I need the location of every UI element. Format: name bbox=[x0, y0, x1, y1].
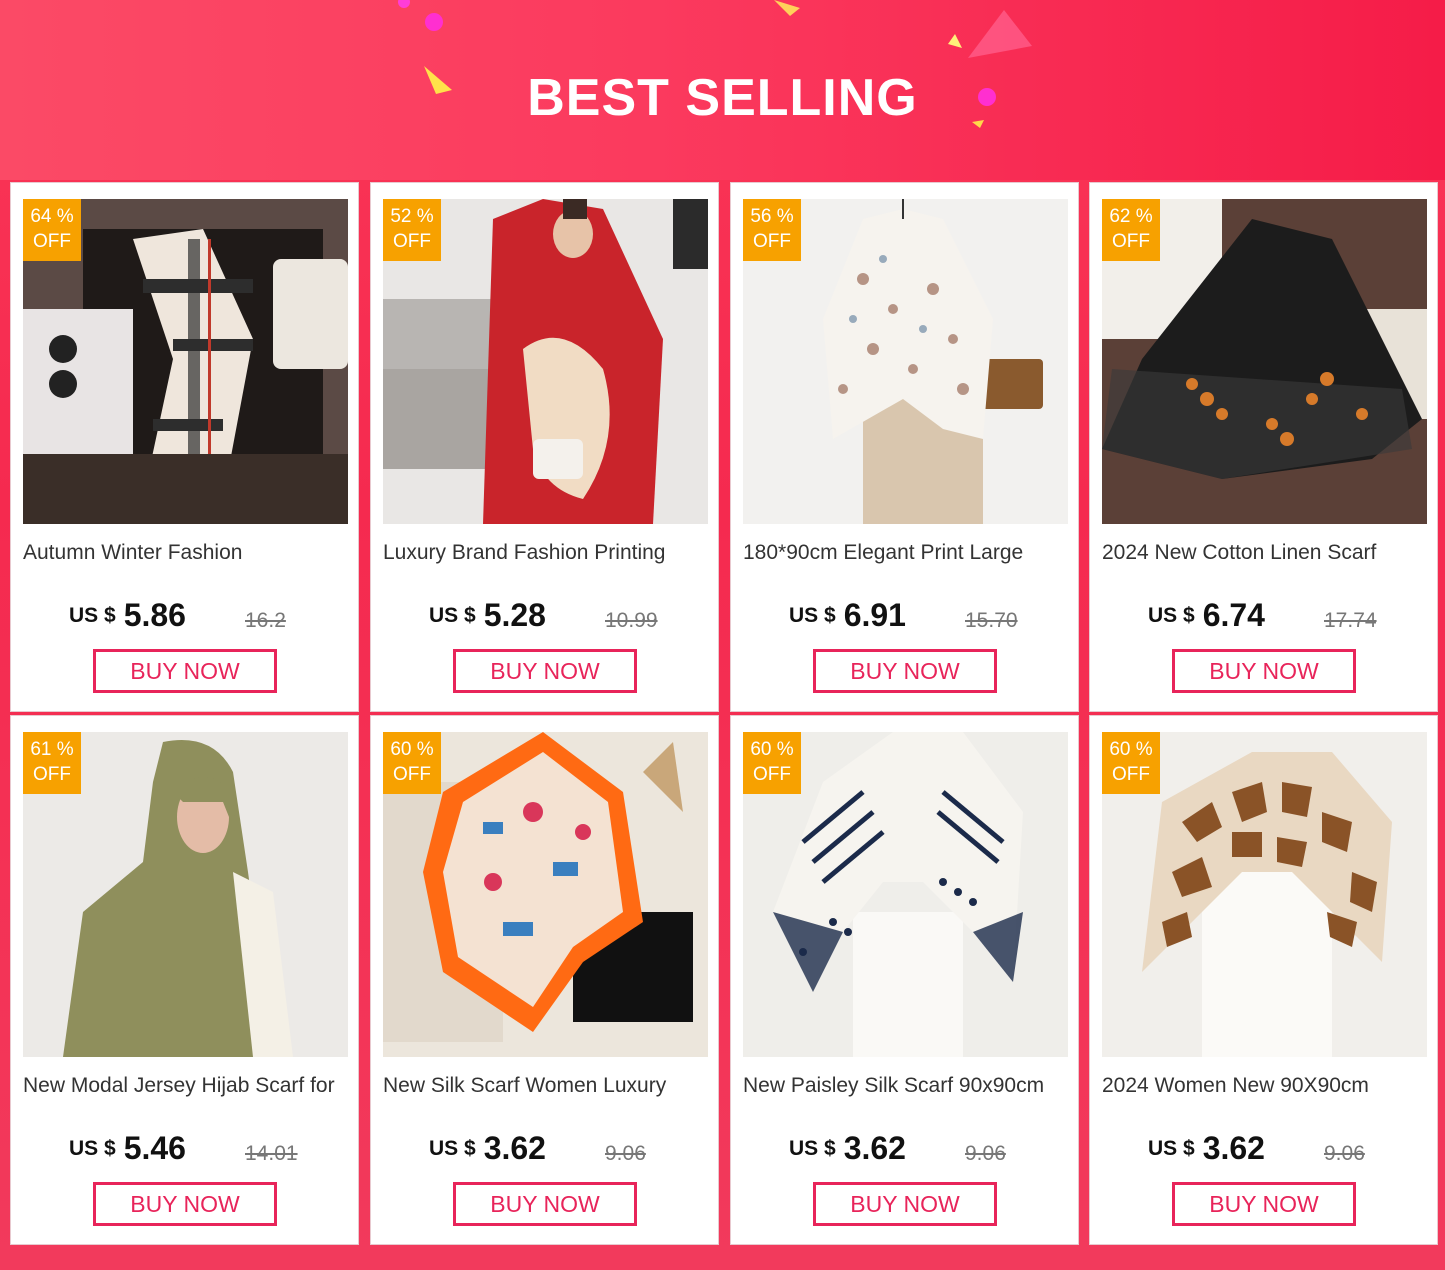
product-name[interactable]: 2024 Women New 90X90cm bbox=[1102, 1074, 1432, 1098]
original-price: 16.2 bbox=[245, 609, 286, 632]
product-name[interactable]: 2024 New Cotton Linen Scarf bbox=[1102, 541, 1432, 565]
product-image[interactable]: 56 % OFF bbox=[743, 199, 1068, 524]
product-image[interactable]: 61 % OFF bbox=[23, 732, 348, 1057]
discount-badge: 62 % OFF bbox=[1102, 199, 1160, 261]
discount-off-label: OFF bbox=[1112, 764, 1150, 785]
product-price: US $ 3.62 bbox=[1148, 1130, 1265, 1167]
product-grid: 64 % OFF Autumn Winter Fashion US $5.86 … bbox=[0, 0, 1445, 1270]
product-card[interactable]: 62 % OFF 2024 New Cotton Linen Scarf US … bbox=[1089, 182, 1438, 712]
discount-percent: 60 % bbox=[1109, 739, 1153, 760]
product-name[interactable]: 180*90cm Elegant Print Large bbox=[743, 541, 1073, 565]
product-card[interactable]: 56 % OFF 180*90cm Elegant Print Large US… bbox=[730, 182, 1079, 712]
price-value: 3.62 bbox=[843, 1130, 906, 1166]
discount-badge: 64 % OFF bbox=[23, 199, 81, 261]
product-price: US $ 6.74 bbox=[1148, 597, 1265, 634]
original-price: 9.06 bbox=[605, 1142, 646, 1165]
product-card[interactable]: 60 % OFF 2024 Women New 90X90cm US $ 3.62… bbox=[1089, 715, 1438, 1245]
discount-percent: 52 % bbox=[390, 206, 434, 227]
discount-percent: 62 % bbox=[1109, 206, 1153, 227]
buy-now-button[interactable]: BUY NOW bbox=[453, 649, 637, 693]
discount-badge: 60 % OFF bbox=[743, 732, 801, 794]
buy-now-button[interactable]: BUY NOW bbox=[93, 1182, 277, 1226]
discount-badge: 56 % OFF bbox=[743, 199, 801, 261]
discount-off-label: OFF bbox=[1112, 231, 1150, 252]
discount-percent: 60 % bbox=[750, 739, 794, 760]
discount-off-label: OFF bbox=[753, 231, 791, 252]
product-image[interactable]: 60 % OFF bbox=[1102, 732, 1427, 1057]
product-name[interactable]: New Paisley Silk Scarf 90x90cm bbox=[743, 1074, 1073, 1098]
discount-percent: 61 % bbox=[30, 739, 74, 760]
discount-off-label: OFF bbox=[33, 764, 71, 785]
product-price: US $ 5.46 bbox=[69, 1130, 186, 1167]
currency-label: US $ bbox=[789, 603, 836, 627]
discount-off-label: OFF bbox=[753, 764, 791, 785]
discount-off-label: OFF bbox=[393, 231, 431, 252]
price-value: 6.91 bbox=[843, 597, 906, 633]
product-card[interactable]: 52 % OFF Luxury Brand Fashion Printing U… bbox=[370, 182, 719, 712]
price-value: 3.62 bbox=[483, 1130, 546, 1166]
price-value: 5.28 bbox=[483, 597, 546, 633]
product-price: US $ 3.62 bbox=[429, 1130, 546, 1167]
product-price: US $ 5.86 bbox=[69, 597, 186, 634]
discount-percent: 60 % bbox=[390, 739, 434, 760]
price-value: 5.86 bbox=[123, 597, 186, 633]
currency-label: US $ bbox=[1148, 603, 1195, 627]
product-price: US $ 6.91 bbox=[789, 597, 906, 634]
buy-now-button[interactable]: BUY NOW bbox=[1172, 1182, 1356, 1226]
discount-badge: 60 % OFF bbox=[383, 732, 441, 794]
original-price: 14.01 bbox=[245, 1142, 298, 1165]
currency-label: US $ bbox=[429, 603, 476, 627]
product-price: US $ 3.62 bbox=[789, 1130, 906, 1167]
product-card[interactable]: 60 % OFF New Paisley Silk Scarf 90x90cm … bbox=[730, 715, 1079, 1245]
buy-now-button[interactable]: BUY NOW bbox=[813, 1182, 997, 1226]
product-price: US $ 5.28 bbox=[429, 597, 546, 634]
original-price: 9.06 bbox=[965, 1142, 1006, 1165]
buy-now-button[interactable]: BUY NOW bbox=[453, 1182, 637, 1226]
discount-percent: 56 % bbox=[750, 206, 794, 227]
original-price: 17.74 bbox=[1324, 609, 1377, 632]
price-value: 5.46 bbox=[123, 1130, 186, 1166]
discount-off-label: OFF bbox=[33, 231, 71, 252]
product-card[interactable]: 60 % OFF New Silk Scarf Women Luxury US … bbox=[370, 715, 719, 1245]
original-price: 9.06 bbox=[1324, 1142, 1365, 1165]
original-price: 15.70 bbox=[965, 609, 1018, 632]
buy-now-button[interactable]: BUY NOW bbox=[93, 649, 277, 693]
product-name[interactable]: New Modal Jersey Hijab Scarf for bbox=[23, 1074, 353, 1098]
buy-now-button[interactable]: BUY NOW bbox=[813, 649, 997, 693]
currency-label: US $ bbox=[429, 1136, 476, 1160]
discount-badge: 61 % OFF bbox=[23, 732, 81, 794]
discount-badge: 60 % OFF bbox=[1102, 732, 1160, 794]
product-image[interactable]: 64 % OFF bbox=[23, 199, 348, 524]
price-value: 3.62 bbox=[1202, 1130, 1265, 1166]
currency-label: US $ bbox=[1148, 1136, 1195, 1160]
product-card[interactable]: 64 % OFF Autumn Winter Fashion US $5.86 … bbox=[10, 182, 359, 712]
product-name[interactable]: New Silk Scarf Women Luxury bbox=[383, 1074, 713, 1098]
price-value: 6.74 bbox=[1202, 597, 1265, 633]
discount-percent: 64 % bbox=[30, 206, 74, 227]
product-name[interactable]: Luxury Brand Fashion Printing bbox=[383, 541, 713, 565]
discount-badge: 52 % OFF bbox=[383, 199, 441, 261]
currency-label: US $ bbox=[789, 1136, 836, 1160]
currency-label: US $ bbox=[69, 1136, 116, 1160]
currency-label: US $ bbox=[69, 603, 116, 627]
product-image[interactable]: 62 % OFF bbox=[1102, 199, 1427, 524]
original-price: 10.99 bbox=[605, 609, 658, 632]
product-image[interactable]: 60 % OFF bbox=[383, 732, 708, 1057]
product-image[interactable]: 60 % OFF bbox=[743, 732, 1068, 1057]
discount-off-label: OFF bbox=[393, 764, 431, 785]
product-name[interactable]: Autumn Winter Fashion bbox=[23, 541, 353, 565]
buy-now-button[interactable]: BUY NOW bbox=[1172, 649, 1356, 693]
product-card[interactable]: 61 % OFF New Modal Jersey Hijab Scarf fo… bbox=[10, 715, 359, 1245]
product-image[interactable]: 52 % OFF bbox=[383, 199, 708, 524]
